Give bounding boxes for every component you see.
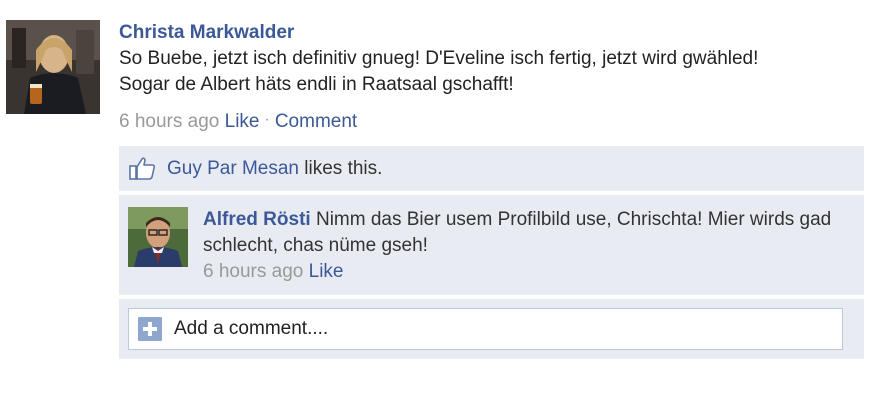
comment-timestamp: 6 hours ago: [203, 261, 304, 282]
comment-like-link[interactable]: Like: [309, 261, 344, 282]
likes-panel: Guy Par Mesan likes this.: [119, 146, 864, 191]
post-meta: 6 hours ago Like · Comment: [119, 108, 357, 137]
plus-icon: [138, 317, 162, 341]
add-comment-input[interactable]: Add a comment....: [128, 308, 843, 350]
post-comment-link[interactable]: Comment: [275, 111, 357, 132]
comment-body: Alfred Rösti Nimm das Bier usem Profilbi…: [203, 207, 853, 285]
comment-meta: 6 hours ago Like: [203, 259, 853, 285]
post-like-link[interactable]: Like: [225, 111, 260, 132]
thumbs-up-icon: [129, 156, 156, 180]
comment-item: Alfred Rösti Nimm das Bier usem Profilbi…: [119, 195, 864, 295]
post-text: So Buebe, jetzt isch definitiv gnueg! D'…: [119, 46, 859, 98]
add-comment-panel: Add a comment....: [119, 299, 864, 359]
likes-summary: Guy Par Mesan likes this.: [167, 156, 382, 182]
comment-author-name[interactable]: Alfred Rösti: [203, 209, 311, 230]
meta-separator: ·: [264, 111, 270, 128]
post-content: Christa Markwalder So Buebe, jetzt isch …: [119, 20, 859, 98]
add-comment-placeholder: Add a comment....: [174, 318, 329, 339]
post-text-line-1: So Buebe, jetzt isch definitiv gnueg! D'…: [119, 48, 759, 69]
post-author-avatar[interactable]: [6, 20, 100, 114]
post-author-name[interactable]: Christa Markwalder: [119, 20, 859, 46]
post-text-line-2: Sogar de Albert häts endli in Raatsaal g…: [119, 74, 514, 95]
likes-suffix: likes this.: [299, 158, 383, 179]
post-timestamp: 6 hours ago: [119, 111, 220, 132]
liker-name-link[interactable]: Guy Par Mesan: [167, 158, 299, 179]
comment-author-avatar[interactable]: [128, 207, 188, 267]
